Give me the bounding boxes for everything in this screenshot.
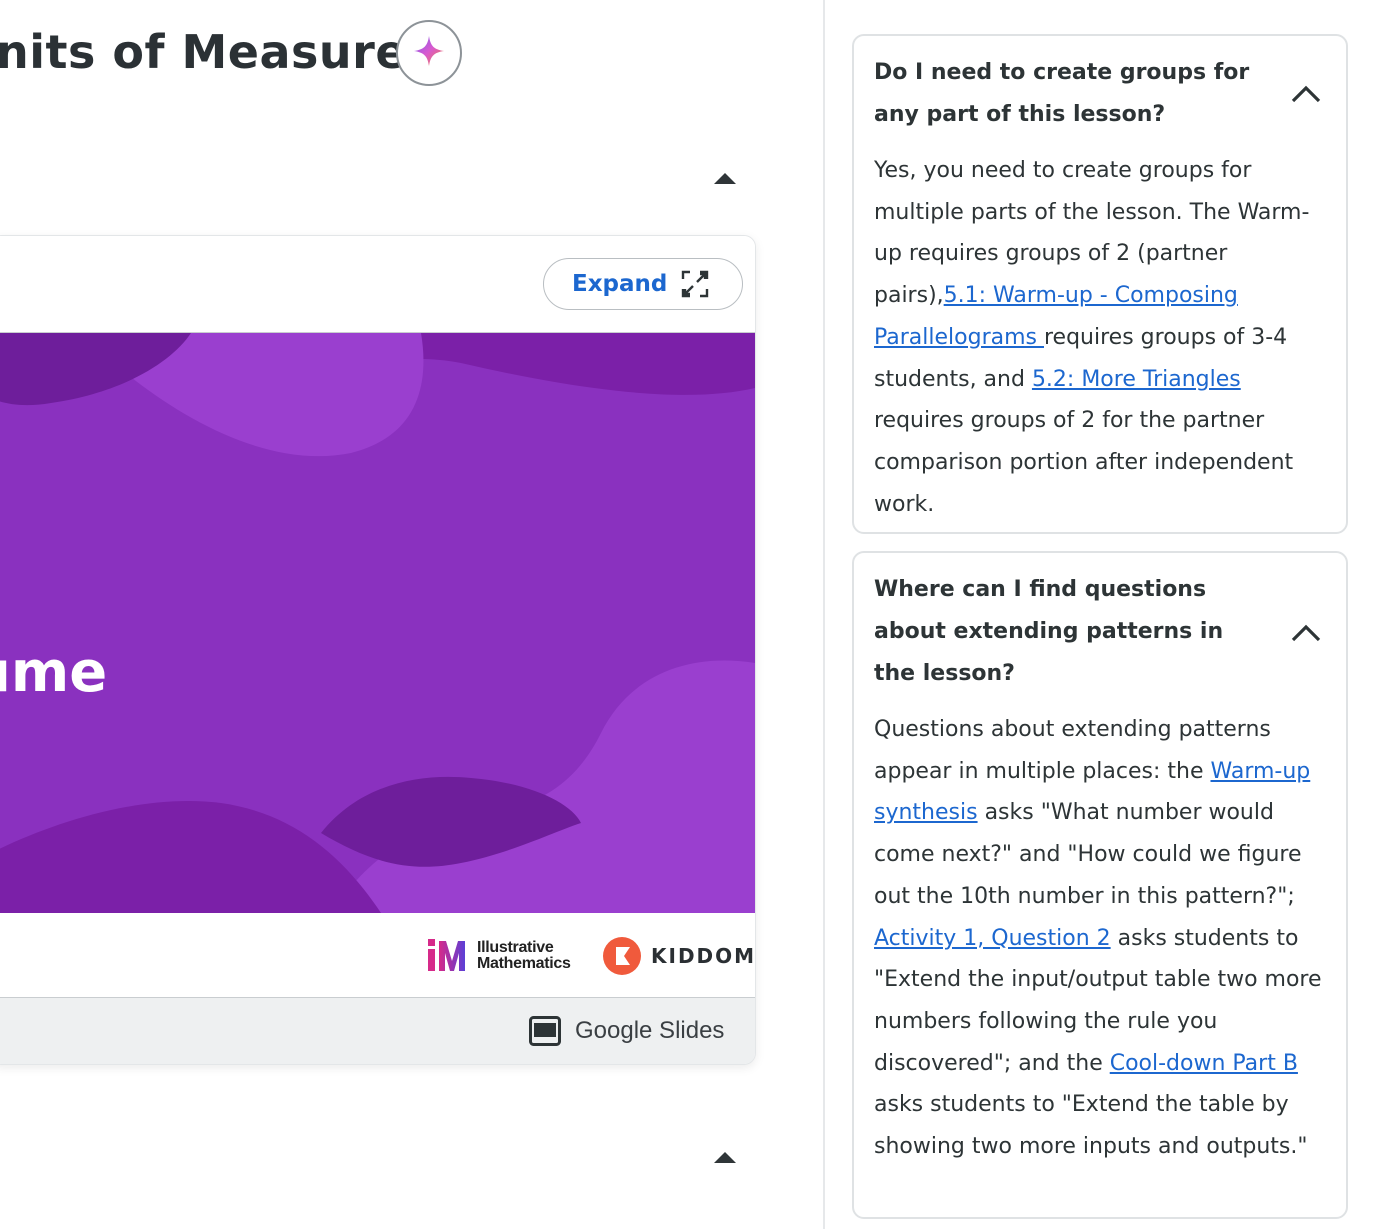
faq-question[interactable]: Do I need to create groups for any part … (874, 52, 1326, 136)
faq-answer: Questions about extending patterns appea… (874, 717, 1322, 1160)
kiddom-wordmark: KIDDOM (651, 944, 756, 968)
google-slides-link[interactable]: Google Slides (529, 1016, 724, 1046)
slide-logo-bar: Illustrative Mathematics KIDDOM (0, 913, 755, 998)
slides-toolbar: Expand (0, 236, 755, 333)
faq-question[interactable]: Where can I find questions about extendi… (874, 569, 1326, 695)
faq-card: Do I need to create groups for any part … (852, 34, 1348, 534)
ai-assistant-button[interactable] (396, 20, 462, 86)
chevron-up-icon[interactable] (1290, 84, 1322, 104)
expand-icon (681, 270, 709, 298)
chevron-up-icon[interactable] (1290, 623, 1322, 643)
faq-card: Where can I find questions about extendi… (852, 551, 1348, 1219)
google-slides-label: Google Slides (575, 1017, 725, 1044)
collapse-caret-icon[interactable] (714, 1152, 736, 1163)
page-title: nits of Measure (0, 25, 408, 79)
faq-link[interactable]: Activity 1, Question 2 (874, 926, 1111, 951)
collapse-caret-icon[interactable] (714, 173, 736, 184)
kiddom-mark-icon (603, 937, 641, 975)
faq-sidebar: Do I need to create groups for any part … (823, 0, 1376, 1229)
slide-title: ume (0, 640, 108, 705)
im-wordmark: Illustrative Mathematics (477, 939, 571, 972)
slide-background-waves (0, 333, 755, 913)
expand-button[interactable]: Expand (543, 258, 743, 310)
illustrative-mathematics-logo: Illustrative Mathematics (427, 939, 571, 973)
kiddom-logo: KIDDOM (603, 937, 756, 975)
slide-preview[interactable]: ume (0, 333, 755, 913)
faq-answer: Yes, you need to create groups for multi… (874, 158, 1310, 517)
sparkle-icon (411, 33, 447, 73)
lesson-main: nits of Measure Expand me Illustrative M… (0, 0, 823, 1229)
faq-link[interactable]: Cool-down Part B (1110, 1051, 1298, 1076)
slides-embed-card: Expand ume (0, 235, 756, 1065)
google-slides-icon (529, 1016, 561, 1046)
im-mark-icon (428, 939, 465, 971)
slides-footer: Google Slides (0, 998, 755, 1064)
expand-label: Expand (572, 271, 668, 297)
faq-link[interactable]: 5.2: More Triangles (1032, 367, 1241, 392)
